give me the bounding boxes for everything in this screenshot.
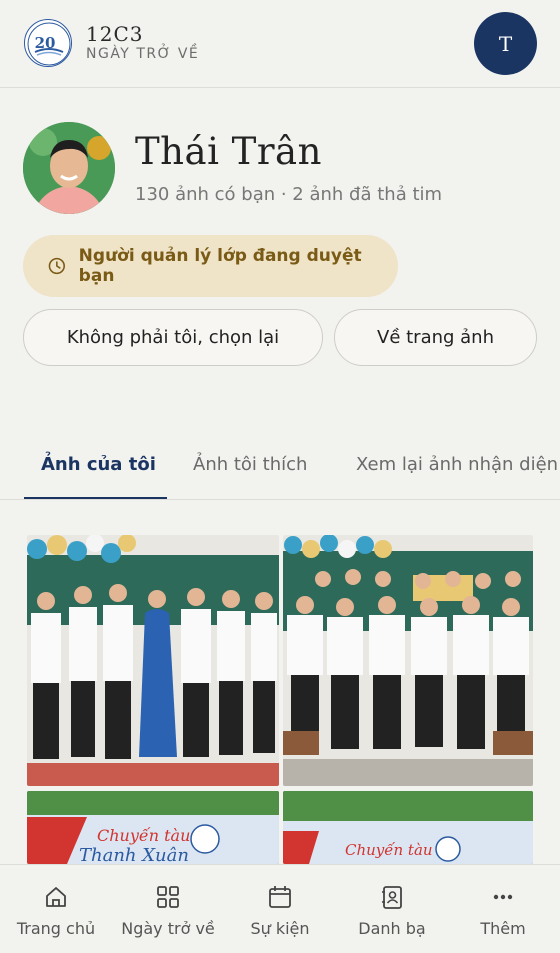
bottom-navigation: Trang chủ Ngày trở về Sự kiện Danh bạ Th… [0,864,560,953]
nav-label: Thêm [480,919,526,938]
photo-item[interactable]: Chuyến tàu Thanh Xuân [27,791,279,864]
nav-item-home[interactable]: Trang chủ [14,865,98,953]
nav-item-return-day[interactable]: Ngày trở về [116,865,220,953]
nav-label: Danh bạ [358,919,426,938]
clock-icon [48,257,65,275]
banner-photo-image: Chuyến tàu Thanh Xuân [27,791,279,864]
user-avatar-button[interactable]: T [474,12,537,75]
tab-my-photos[interactable]: Ảnh của tôi [41,454,156,475]
photo-item[interactable] [283,535,533,786]
calendar-icon [269,886,291,908]
svg-text:Chuyến tàu: Chuyến tàu [345,841,433,859]
app-header: 20 12C3 NGÀY TRỞ VỀ T [0,0,560,88]
album-page-button[interactable]: Về trang ảnh [334,309,537,366]
not-me-button[interactable]: Không phải tôi, chọn lại [23,309,323,366]
banner-photo-image: Chuyến tàu [283,791,533,864]
svg-text:Thanh Xuân: Thanh Xuân [79,845,189,864]
profile-stats: 130 ảnh có bạn · 2 ảnh đã thả tim [135,184,443,205]
photo-tabs: Ảnh của tôi Ảnh tôi thích Xem lại ảnh nh… [0,438,560,500]
event-subtitle: NGÀY TRỞ VỀ [86,46,200,62]
group-photo-image [283,535,533,786]
photo-item[interactable]: Chuyến tàu [283,791,533,864]
svg-text:Chuyến tàu: Chuyến tàu [97,826,190,845]
school-logo-icon: 20 [27,22,71,66]
home-icon [46,887,66,907]
nav-item-contacts[interactable]: Danh bạ [352,865,432,953]
profile-name: Thái Trân [135,130,322,173]
school-logo[interactable]: 20 [24,19,72,67]
nav-label: Sự kiện [250,919,310,938]
nav-item-more[interactable]: Thêm [470,865,536,953]
tab-review-recognition[interactable]: Xem lại ảnh nhận diện [356,454,558,475]
class-name: 12C3 [86,22,144,46]
pending-approval-badge: Người quản lý lớp đang duyệt bạn [23,235,398,297]
tab-liked-photos[interactable]: Ảnh tôi thích [193,454,307,475]
more-icon [493,894,513,900]
photo-item[interactable] [27,535,279,786]
nav-label: Ngày trở về [121,919,215,938]
contacts-icon [382,886,402,909]
pending-approval-text: Người quản lý lớp đang duyệt bạn [78,246,362,286]
group-photo-image [27,535,279,786]
grid-icon [157,886,179,908]
nav-item-events[interactable]: Sự kiện [242,865,318,953]
nav-label: Trang chủ [16,919,96,938]
active-tab-indicator [24,497,167,499]
profile-avatar [23,122,115,214]
person-portrait-icon [23,122,115,214]
